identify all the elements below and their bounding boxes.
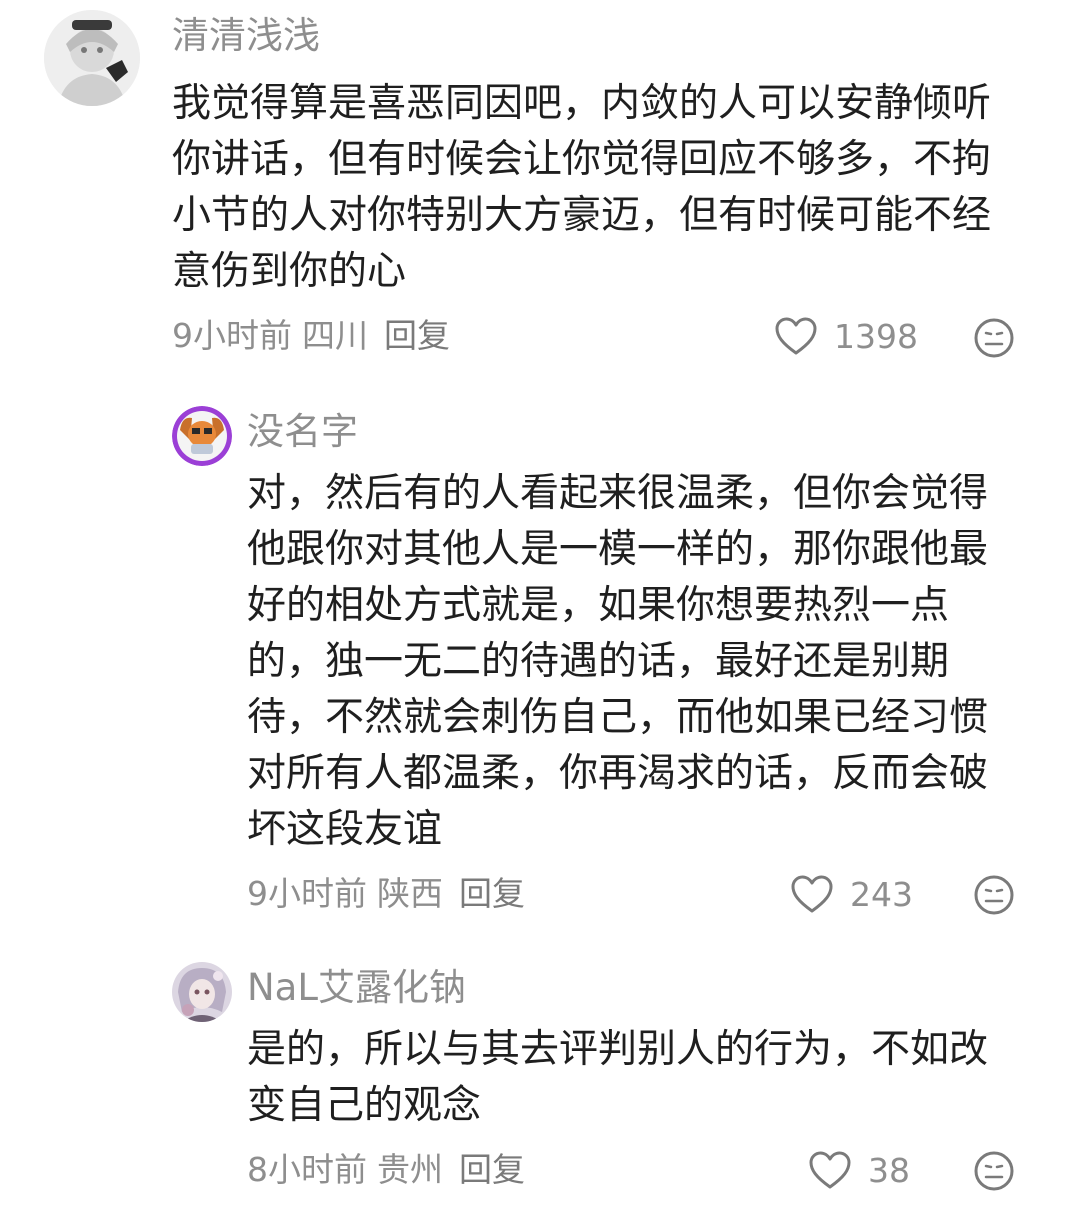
like-count: 1398 <box>834 316 918 356</box>
avatar[interactable] <box>172 406 232 466</box>
comment-location: 四川 <box>302 316 368 355</box>
comment-meta: 9小时前 陕西 回复 <box>247 874 535 914</box>
heart-outline-icon <box>775 317 817 355</box>
comment-text: 我觉得算是喜恶同因吧，内敛的人可以安静倾听你讲话，但有时候会让你觉得回应不够多，… <box>172 81 992 294</box>
like-button[interactable]: 38 <box>808 1148 910 1192</box>
username[interactable]: 清清浅浅 <box>172 14 320 58</box>
comment-time: 9小时前 <box>247 874 367 913</box>
comment-meta: 8小时前 贵州 回复 <box>247 1150 535 1190</box>
reply-item: 没名字 对，然后有的人看起来很温柔，但你会觉得他跟你对其他人是一模一样的，那你跟… <box>0 380 1079 940</box>
comment-time: 9小时前 <box>172 316 292 355</box>
comment-text: 是的，所以与其去评判别人的行为，不如改变自己的观念 <box>247 1027 989 1128</box>
meh-face-icon[interactable] <box>973 1150 1015 1192</box>
avatar-image <box>44 10 140 106</box>
meh-face-icon[interactable] <box>973 317 1015 359</box>
avatar-image <box>172 962 232 1022</box>
like-count: 243 <box>850 874 913 914</box>
comment-item: 清清浅浅 我觉得算是喜恶同因吧，内敛的人可以安静倾听你讲话，但有时候会让你觉得回… <box>0 0 1079 380</box>
comment-text: 对，然后有的人看起来很温柔，但你会觉得他跟你对其他人是一模一样的，那你跟他最好的… <box>247 471 989 852</box>
comment-time: 8小时前 <box>247 1150 367 1189</box>
username[interactable]: 没名字 <box>247 410 358 454</box>
comment-meta: 9小时前 四川 回复 <box>172 316 460 356</box>
like-button[interactable]: 1398 <box>774 314 918 358</box>
like-button[interactable]: 243 <box>790 872 913 916</box>
reply-item: NaL艾露化钠 是的，所以与其去评判别人的行为，不如改变自己的观念 8小时前 贵州… <box>0 940 1079 1219</box>
meh-face-icon[interactable] <box>973 874 1015 916</box>
reply-button[interactable]: 回复 <box>384 316 450 355</box>
heart-outline-icon <box>809 1151 851 1189</box>
avatar[interactable] <box>172 962 232 1022</box>
reply-button[interactable]: 回复 <box>459 874 525 913</box>
comment-location: 陕西 <box>377 874 443 913</box>
heart-outline-icon <box>791 875 833 913</box>
comment-location: 贵州 <box>377 1150 443 1189</box>
like-count: 38 <box>868 1150 910 1190</box>
reply-button[interactable]: 回复 <box>459 1150 525 1189</box>
username[interactable]: NaL艾露化钠 <box>247 966 466 1010</box>
avatar[interactable] <box>44 10 140 106</box>
avatar-image <box>172 406 232 466</box>
